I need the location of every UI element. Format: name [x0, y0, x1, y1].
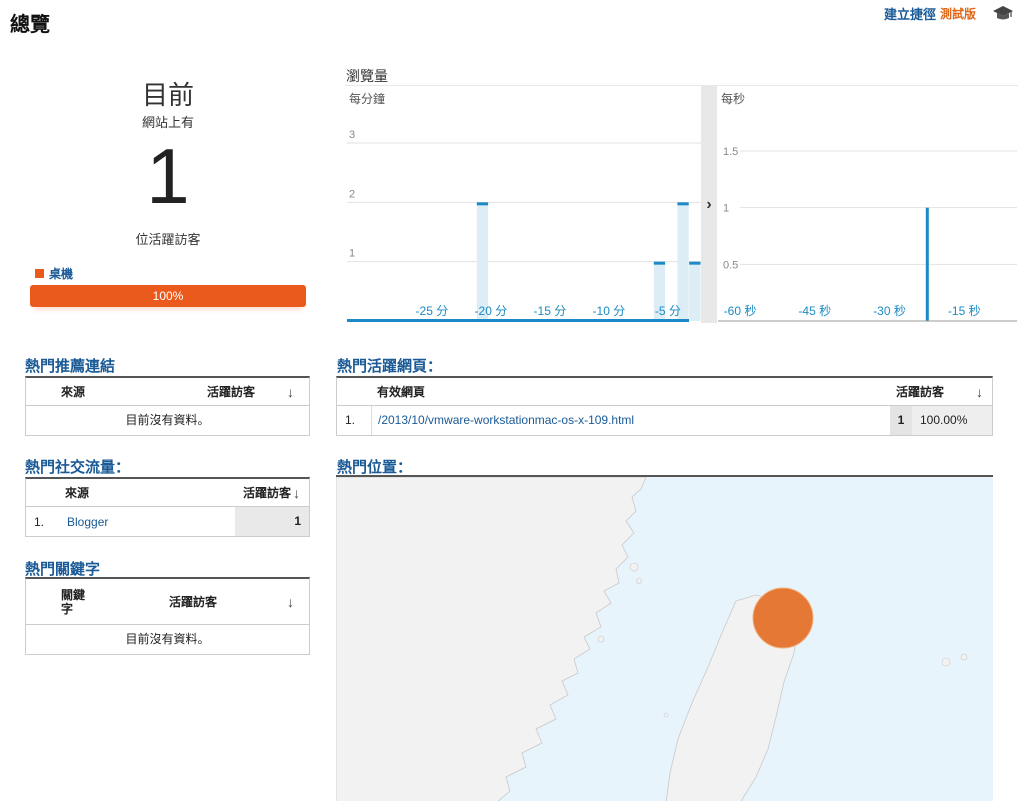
- x-tick-label: -15 分: [534, 304, 567, 318]
- island-shape: [941, 657, 951, 667]
- y-tick-label: 0.5: [723, 259, 738, 271]
- col-keyword[interactable]: 關鍵字: [61, 588, 89, 616]
- col-source[interactable]: 來源: [65, 484, 175, 501]
- active-pages-table: 有效網頁 活躍訪客 ↓ 1. /2013/10/vmware-workstati…: [336, 376, 993, 436]
- keywords-table: 關鍵字 活躍訪客 ↓ 目前沒有資料。: [25, 577, 310, 655]
- col-active-page[interactable]: 有效網頁: [377, 383, 896, 400]
- per-second-label: 每秒: [721, 91, 745, 106]
- x-tick-label: -30 秒: [873, 304, 906, 318]
- referrals-title: 熱門推薦連結: [25, 358, 116, 375]
- social-table: 來源 活躍訪客 ↓ 1. Blogger 1: [25, 477, 310, 537]
- sort-arrow-icon[interactable]: ↓: [976, 384, 992, 400]
- locations-title: 熱門位置：: [337, 459, 413, 476]
- bar: [689, 261, 701, 265]
- island-shape: [629, 562, 639, 572]
- baseline-bar: [347, 319, 689, 322]
- x-tick-label: -20 分: [475, 304, 508, 318]
- row-index: 1.: [337, 406, 371, 435]
- x-tick-label: -10 分: [593, 304, 626, 318]
- header-actions: 建立捷徑 測試版: [884, 4, 1014, 23]
- referrals-empty: 目前沒有資料。: [125, 413, 210, 427]
- row-percent: 100.00%: [912, 406, 992, 435]
- island-shape: [663, 712, 669, 718]
- bar: [476, 202, 489, 206]
- island-shape: [636, 578, 642, 584]
- referrals-table: 來源 活躍訪客 ↓ 目前沒有資料。: [25, 376, 310, 436]
- col-source[interactable]: 來源: [61, 383, 171, 400]
- social-source-link[interactable]: Blogger: [67, 515, 235, 529]
- location-marker: [752, 587, 814, 649]
- pageviews-title: 瀏覽量: [346, 68, 388, 84]
- referrals-header: 來源 活躍訪客 ↓: [26, 378, 309, 406]
- row-count: 1: [235, 507, 309, 536]
- x-tick-label: -25 分: [416, 304, 449, 318]
- per-minute-label: 每分鐘: [349, 91, 385, 106]
- device-label: 桌機: [49, 267, 74, 281]
- keywords-title: 熱門關鍵字: [25, 561, 101, 578]
- x-tick-label: -15 秒: [948, 304, 981, 318]
- col-active-visitors[interactable]: 活躍訪客: [175, 484, 293, 501]
- keywords-empty: 目前沒有資料。: [125, 632, 210, 646]
- col-active-visitors[interactable]: 活躍訪客: [896, 383, 976, 400]
- y-tick-label: 1: [349, 248, 355, 260]
- island-shape: [960, 653, 968, 661]
- site-has-label: 網站上有: [141, 115, 194, 130]
- island-shape: [597, 635, 605, 643]
- social-header: 來源 活躍訪客 ↓: [26, 479, 309, 507]
- desktop-swatch-icon: [35, 269, 44, 278]
- table-row[interactable]: 1. /2013/10/vmware-workstationmac-os-x-1…: [337, 406, 992, 435]
- expand-arrow-icon: ›: [706, 196, 711, 213]
- device-legend: 桌機: [35, 265, 73, 282]
- pageviews-chart-svg: 每分鐘 1 2 3 -25 分 -20 分 -15 分 -10 分 -5 分 › 每秒 0.5 1 1.5…: [345, 85, 1018, 323]
- now-label: 目前: [141, 80, 194, 110]
- pageviews-chart: 每分鐘 1 2 3 -25 分 -20 分 -15 分 -10 分 -5 分 › 每秒 0.5 1 1.5…: [345, 85, 1018, 325]
- x-tick-label: -5 分: [655, 304, 681, 318]
- keywords-header: 關鍵字 活躍訪客 ↓: [26, 579, 309, 625]
- sort-arrow-icon[interactable]: ↓: [293, 485, 309, 501]
- active-user-count: 1: [146, 132, 190, 220]
- device-share-bar: 100%: [30, 285, 306, 307]
- col-active-visitors[interactable]: 活躍訪客: [171, 383, 287, 400]
- bar: [925, 207, 929, 321]
- academy-hat-icon[interactable]: [992, 5, 1014, 23]
- page-title: 總覽: [10, 14, 50, 36]
- y-tick-label: 2: [349, 188, 355, 200]
- map-svg: [336, 477, 968, 801]
- bar: [653, 261, 666, 265]
- row-count: 1: [890, 406, 912, 435]
- sort-arrow-icon[interactable]: ↓: [287, 594, 309, 610]
- active-pages-header: 有效網頁 活躍訪客 ↓: [337, 378, 992, 406]
- row-index: 1.: [34, 514, 45, 529]
- y-tick-label: 1: [723, 203, 729, 215]
- locations-map[interactable]: [336, 475, 993, 801]
- y-tick-label: 3: [349, 129, 355, 141]
- y-tick-label: 1.5: [723, 146, 738, 158]
- bar: [677, 202, 689, 206]
- table-row[interactable]: 1. Blogger 1: [26, 507, 309, 536]
- active-users-summary: 目前 網站上有 1 位活躍訪客: [30, 80, 306, 248]
- bar-fill: [689, 261, 701, 321]
- x-tick-label: -45 秒: [798, 304, 831, 318]
- x-tick-label: -60 秒: [724, 304, 757, 318]
- col-active-visitors[interactable]: 活躍訪客: [89, 593, 287, 610]
- sort-arrow-icon[interactable]: ↓: [287, 384, 309, 400]
- page-path-link[interactable]: /2013/10/vmware-workstationmac-os-x-109.…: [371, 406, 890, 435]
- active-pages-title: 熱門活躍網頁：: [337, 358, 443, 375]
- active-visitors-label: 位活躍訪客: [135, 232, 201, 247]
- create-shortcut-link[interactable]: 建立捷徑: [884, 4, 936, 23]
- social-title: 熱門社交流量：: [25, 459, 131, 476]
- beta-badge: 測試版: [939, 7, 976, 21]
